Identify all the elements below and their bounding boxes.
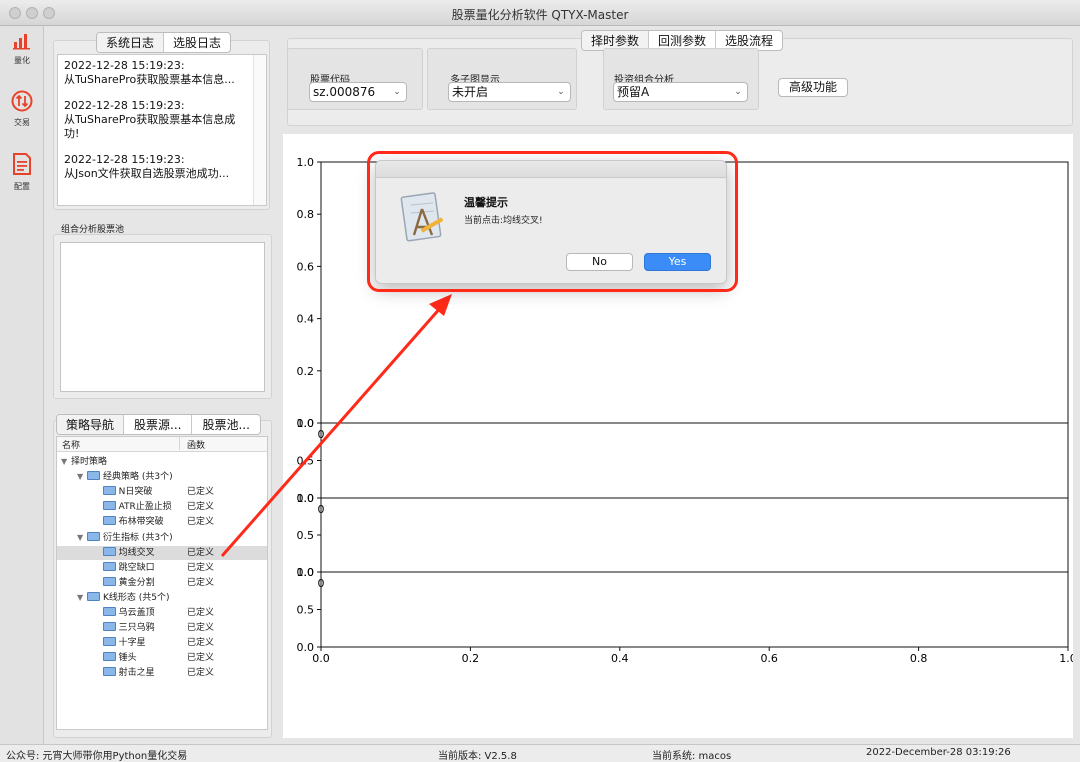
status-bar: 公众号: 元宵大师带你用Python量化交易 当前版本: V2.5.8 当前系统… bbox=[0, 744, 1080, 762]
status-account: 公众号: 元宵大师带你用Python量化交易 bbox=[6, 751, 188, 762]
status-datetime: 2022-December-28 03:19:26 bbox=[866, 747, 1011, 758]
highlight-box bbox=[367, 151, 738, 292]
status-system: 当前系统: macos bbox=[652, 751, 732, 762]
status-version: 当前版本: V2.5.8 bbox=[438, 751, 517, 762]
annotation-arrow bbox=[220, 294, 452, 557]
